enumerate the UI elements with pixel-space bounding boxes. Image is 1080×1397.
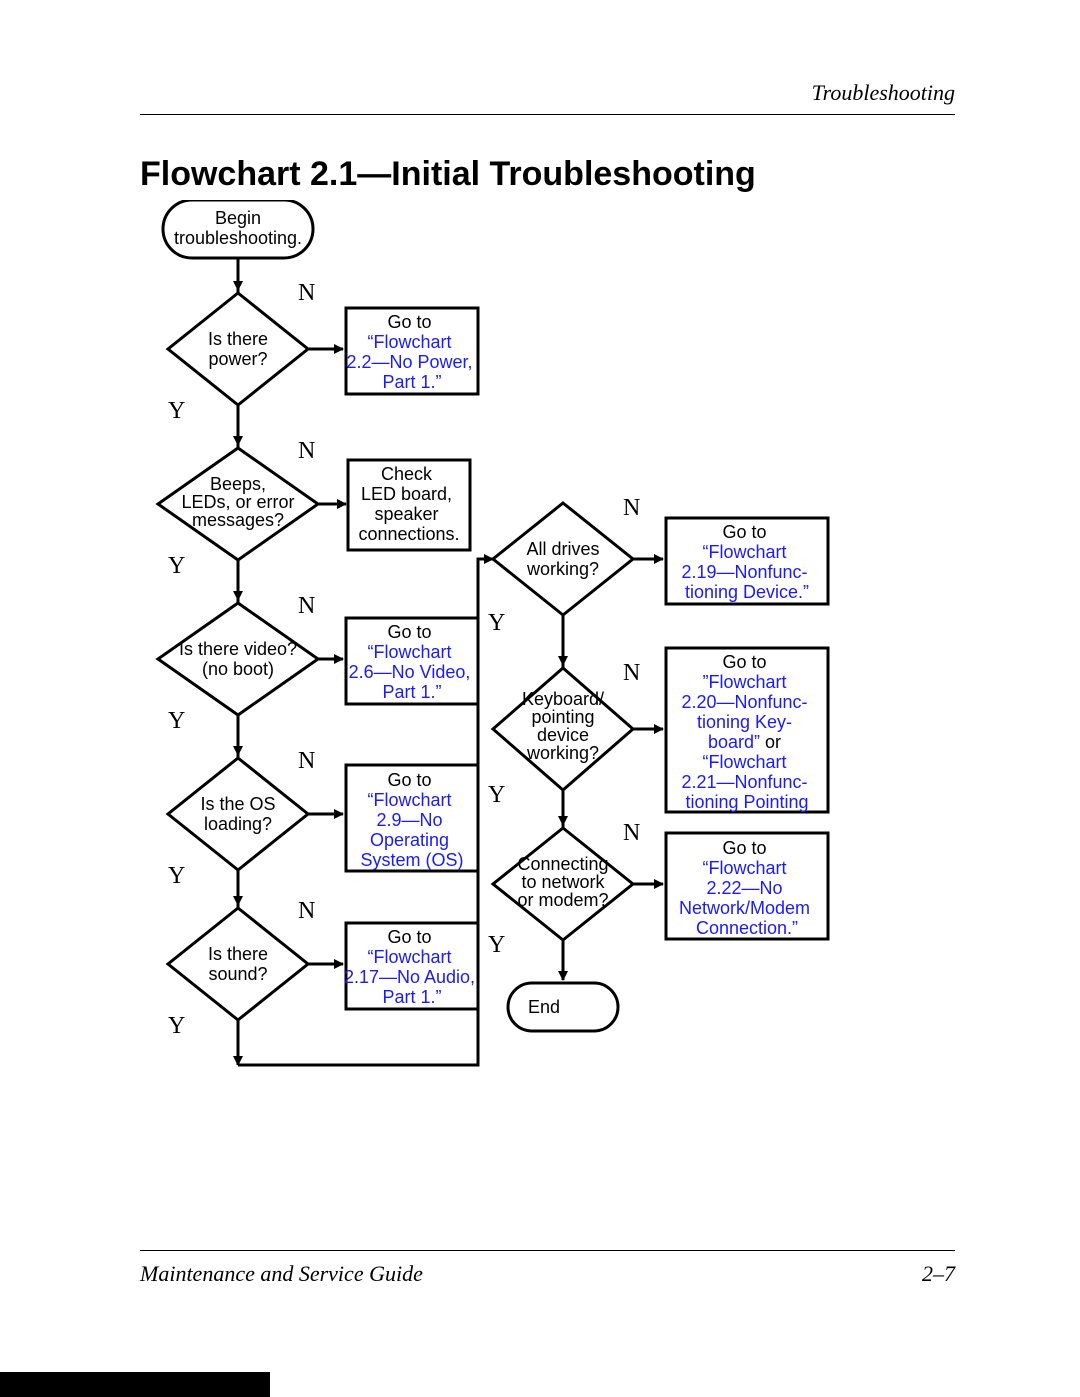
- edge-label: Y: [168, 708, 185, 734]
- edge-label: Y: [488, 610, 505, 636]
- print-mark: [0, 1372, 270, 1397]
- edge-label: N: [298, 898, 315, 924]
- edge-label: N: [623, 660, 640, 686]
- edge-label: N: [298, 280, 315, 306]
- node-end: End: [528, 997, 560, 1017]
- edge-label: N: [298, 748, 315, 774]
- edge-label: Y: [168, 398, 185, 424]
- footer-left: Maintenance and Service Guide: [140, 1261, 423, 1287]
- node-net: Connectingto networkor modem?: [517, 854, 608, 910]
- document-page: Troubleshooting Flowchart 2.1—Initial Tr…: [0, 0, 1080, 1397]
- edge-label: Y: [168, 1013, 185, 1039]
- edge-label: Y: [488, 782, 505, 808]
- node-kbd: Keyboard/pointingdeviceworking?: [522, 689, 604, 763]
- node-os: Is the OSloading?: [200, 794, 275, 834]
- page-footer: Maintenance and Service Guide 2–7: [140, 1250, 955, 1287]
- page-header: Troubleshooting: [140, 80, 955, 115]
- edge-label: N: [298, 438, 315, 464]
- node-drives: All drivesworking?: [526, 539, 600, 579]
- edge-label: N: [298, 593, 315, 619]
- flowchart: Begintroubleshooting. Is therepower? Y N…: [148, 200, 948, 1140]
- edge-label: Y: [488, 932, 505, 958]
- edge-label: N: [623, 495, 640, 521]
- page-title: Flowchart 2.1—Initial Troubleshooting: [140, 155, 756, 194]
- footer-right: 2–7: [922, 1261, 955, 1287]
- node-sound: Is theresound?: [208, 944, 268, 984]
- edge-label: N: [623, 820, 640, 846]
- node-power: Is therepower?: [208, 329, 268, 369]
- edge-label: Y: [168, 553, 185, 579]
- edge-label: Y: [168, 863, 185, 889]
